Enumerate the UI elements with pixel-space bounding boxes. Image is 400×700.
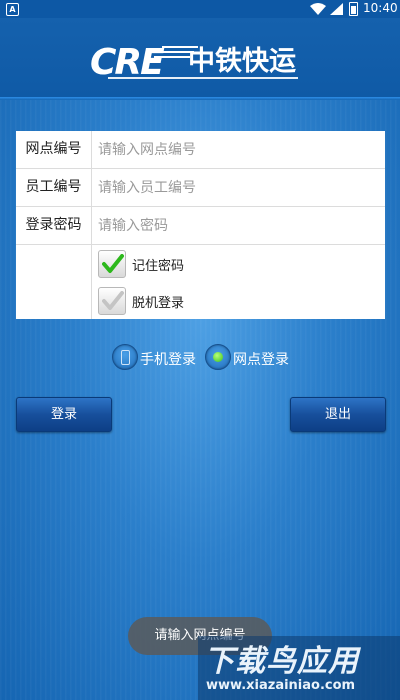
branch-login-label: 网点登录 bbox=[233, 352, 289, 368]
wifi-icon bbox=[310, 3, 326, 15]
status-bar: A 10:40 bbox=[0, 0, 400, 18]
branch-input[interactable] bbox=[92, 131, 378, 168]
radio-circle[interactable] bbox=[112, 344, 138, 370]
watermark-title: 下载鸟应用 bbox=[204, 644, 359, 679]
watermark-url: www.xiazainiao.com bbox=[206, 678, 356, 693]
employee-label: 员工编号 bbox=[16, 169, 92, 206]
checkmark-green-icon bbox=[102, 254, 124, 273]
login-form: 网点编号 员工编号 登录密码 记住密码 脱机登录 bbox=[16, 131, 385, 319]
login-button[interactable]: 登录 bbox=[16, 397, 112, 432]
battery-icon bbox=[349, 2, 358, 16]
app-header: CRE 中铁快运 bbox=[0, 18, 400, 100]
offline-login-label: 脱机登录 bbox=[132, 296, 185, 311]
divider bbox=[91, 245, 92, 319]
password-input[interactable] bbox=[92, 207, 378, 244]
cre-logo: CRE 中铁快运 bbox=[90, 42, 298, 82]
branch-label: 网点编号 bbox=[16, 131, 92, 168]
checkbox-box[interactable] bbox=[98, 287, 126, 315]
checkmark-gray-icon bbox=[102, 291, 124, 310]
radio-dot-icon bbox=[213, 352, 223, 362]
watermark: 下载鸟应用 www.xiazainiao.com bbox=[198, 636, 400, 700]
password-label: 登录密码 bbox=[16, 207, 92, 244]
phone-icon bbox=[121, 350, 130, 365]
branch-row: 网点编号 bbox=[16, 131, 385, 169]
phone-login-label: 手机登录 bbox=[140, 352, 196, 368]
exit-button[interactable]: 退出 bbox=[290, 397, 386, 432]
svg-text:CRE: CRE bbox=[90, 42, 165, 82]
checkbox-box[interactable] bbox=[98, 250, 126, 278]
employee-input[interactable] bbox=[92, 169, 378, 206]
status-time: 10:40 bbox=[363, 1, 398, 15]
signal-icon bbox=[330, 3, 343, 15]
password-row: 登录密码 bbox=[16, 207, 385, 245]
remember-password-label: 记住密码 bbox=[132, 259, 185, 274]
radio-circle[interactable] bbox=[205, 344, 231, 370]
options-area: 记住密码 脱机登录 bbox=[16, 245, 385, 319]
employee-row: 员工编号 bbox=[16, 169, 385, 207]
notification-a-icon: A bbox=[6, 3, 19, 16]
svg-text:中铁快运: 中铁快运 bbox=[188, 46, 296, 77]
